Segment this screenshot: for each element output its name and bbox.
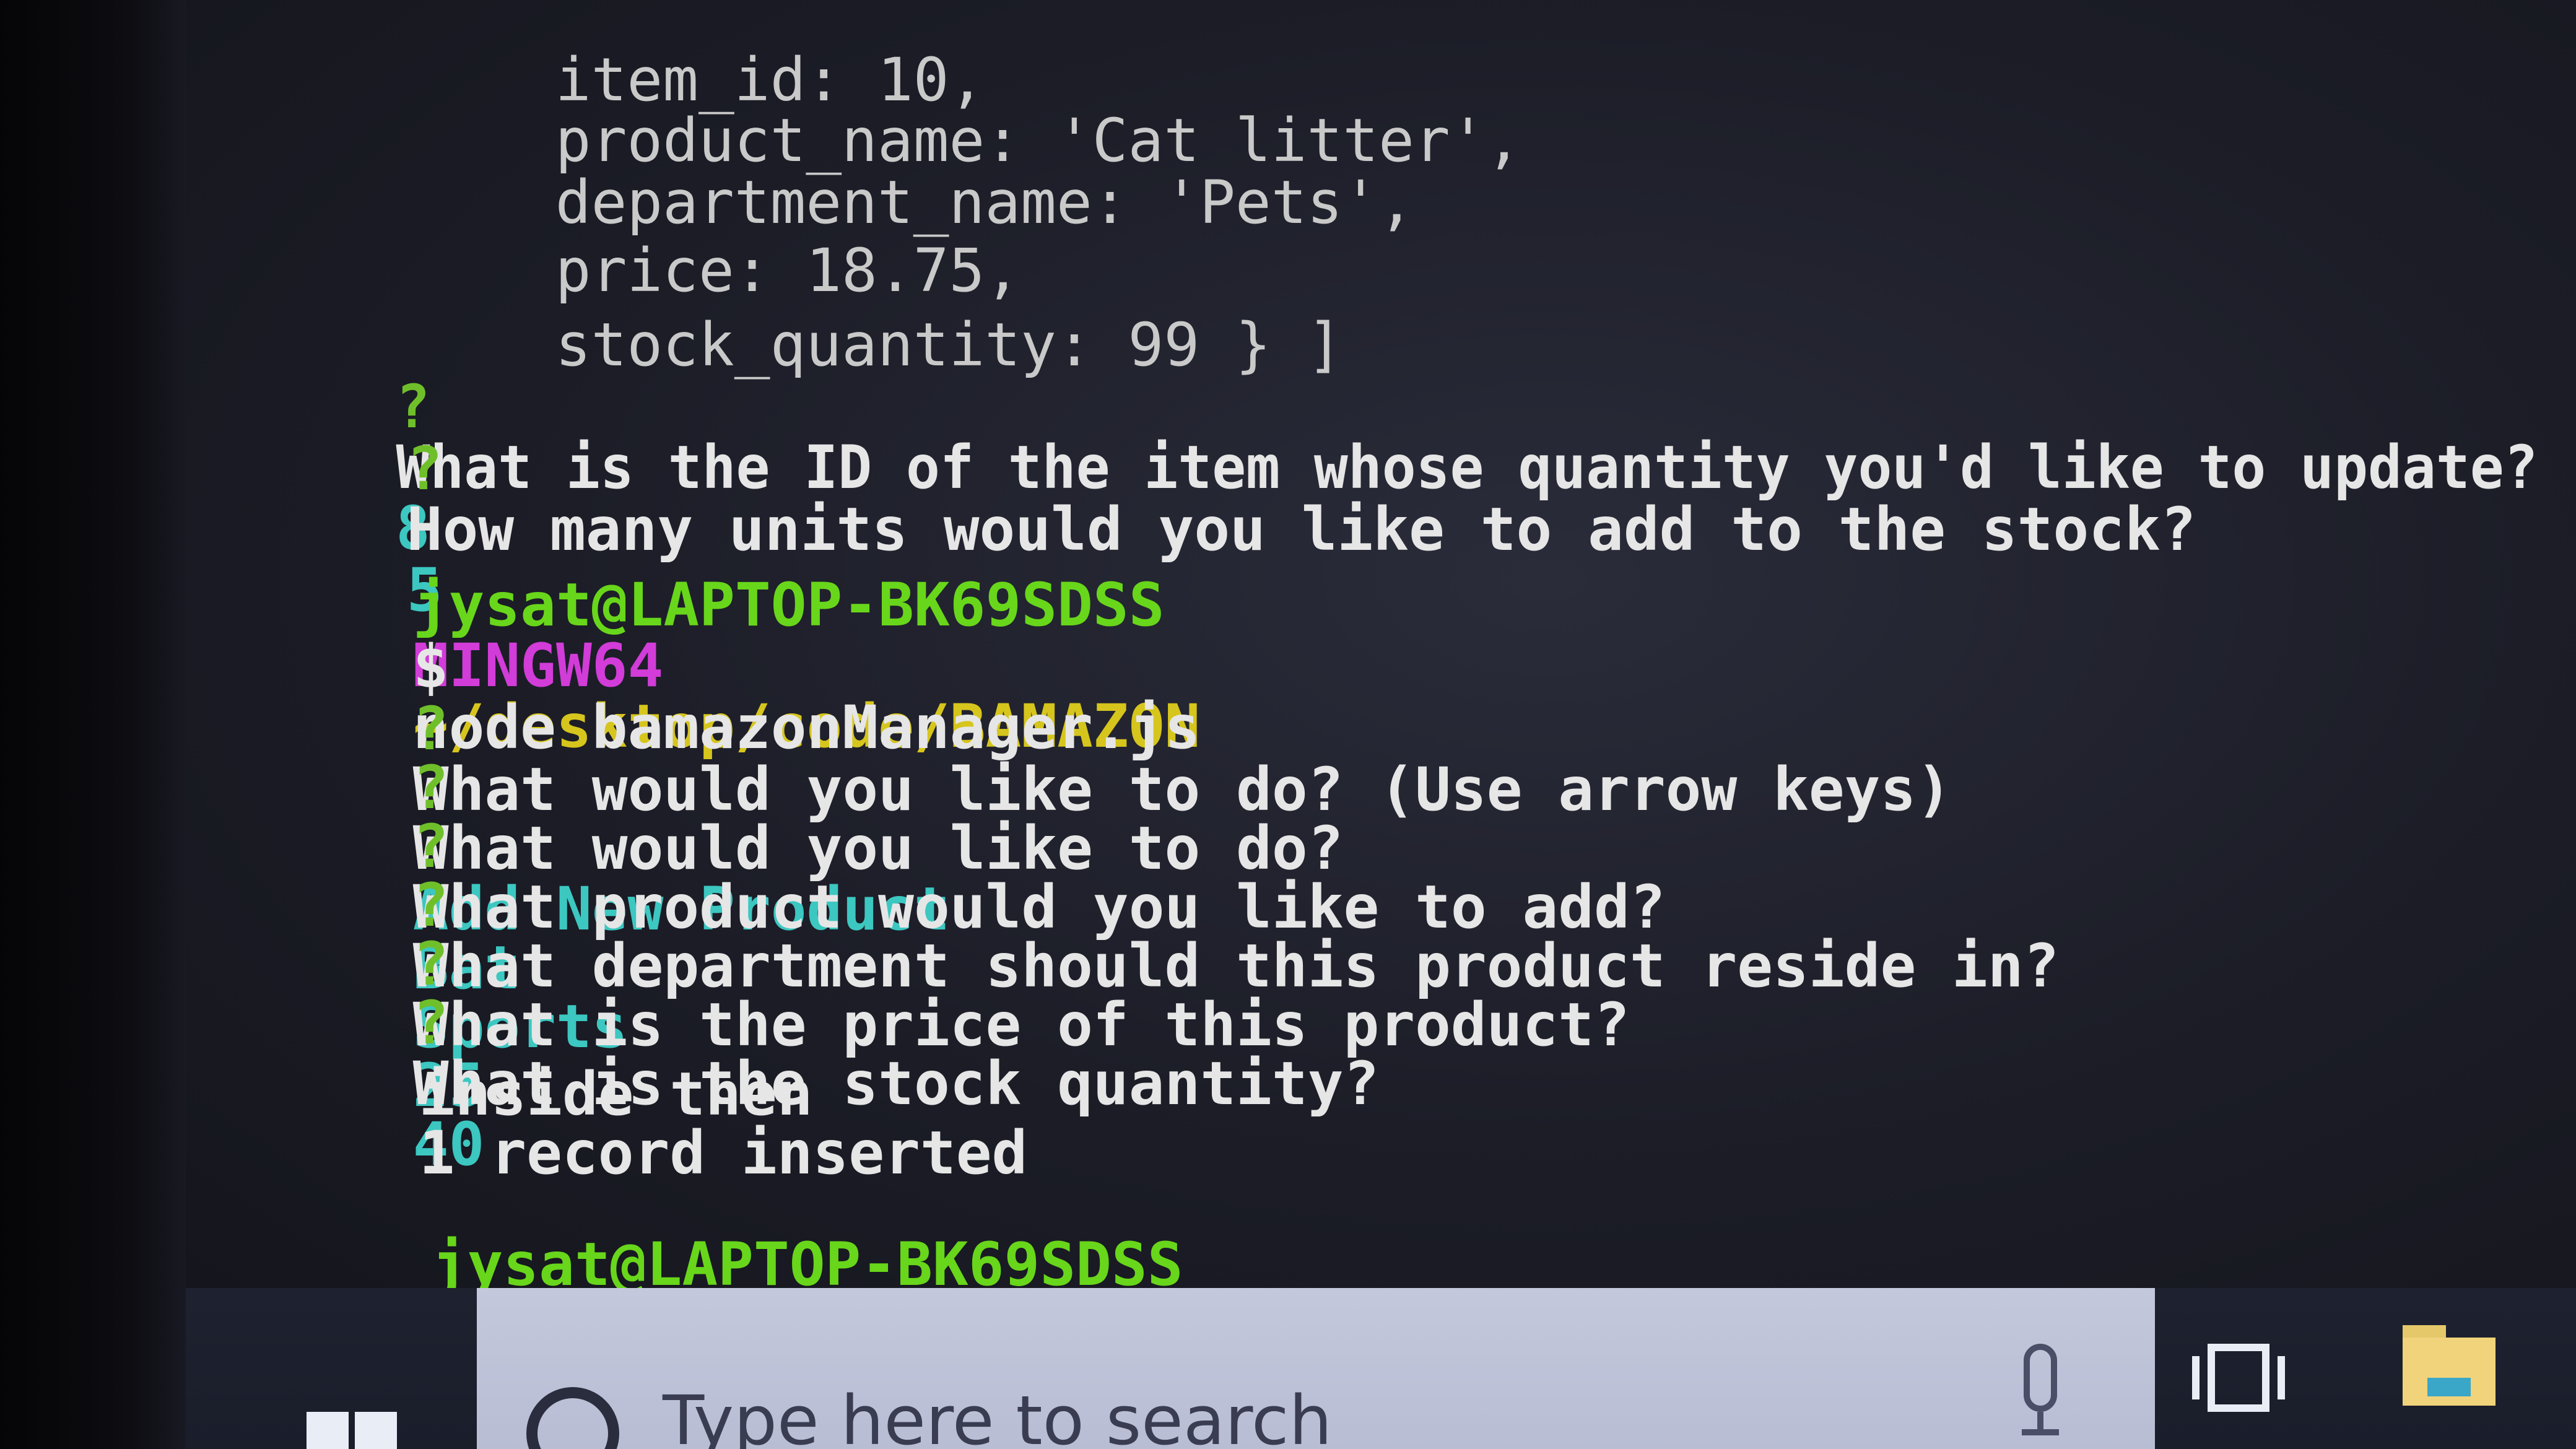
prompt-mark: ? — [406, 434, 443, 503]
monitor-bezel — [0, 0, 186, 1449]
search-placeholder: Type here to search — [663, 1381, 1333, 1449]
search-icon — [526, 1387, 619, 1449]
git-bash-terminal[interactable]: item_id: 10, product_name: 'Cat litter',… — [186, 0, 2576, 1416]
microphone-icon[interactable] — [2012, 1344, 2068, 1437]
windows-start-icon[interactable] — [307, 1412, 399, 1449]
screen-photo: item_id: 10, product_name: 'Cat litter',… — [0, 0, 2576, 1449]
task-view-icon[interactable] — [2192, 1344, 2285, 1418]
taskbar-search-box[interactable]: Type here to search — [477, 1288, 2155, 1449]
windows-taskbar: Type here to search — [186, 1288, 2576, 1449]
file-explorer-icon[interactable] — [2403, 1325, 2496, 1406]
